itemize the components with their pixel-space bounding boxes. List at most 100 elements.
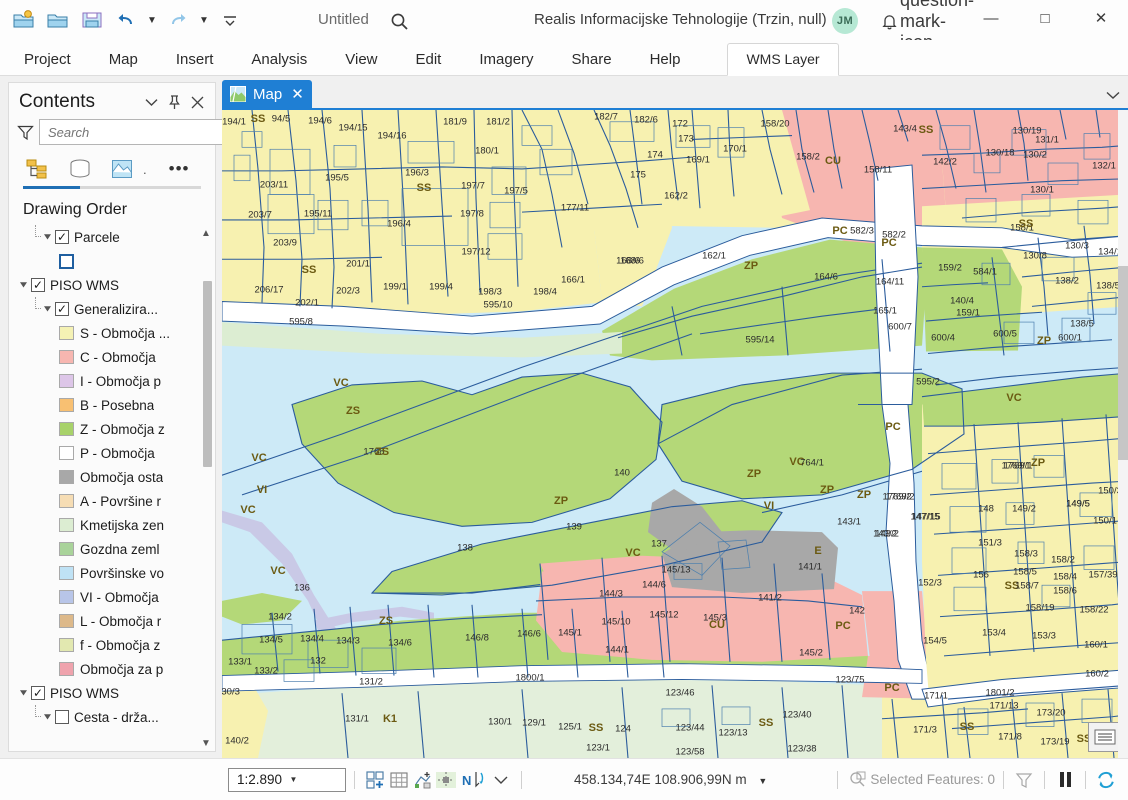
refresh-icon[interactable] [1094, 768, 1118, 792]
expander-triangle-icon[interactable] [17, 278, 31, 292]
list-by-drawing-order-icon[interactable] [23, 155, 53, 183]
toc-scroll-up-icon[interactable]: ▲ [199, 225, 213, 241]
add-graphics-icon[interactable] [411, 768, 435, 792]
undo-dropdown-icon[interactable]: ▼ [144, 5, 160, 35]
ellipsis-icon[interactable]: ••• [169, 159, 190, 179]
ribbon-tab-share[interactable]: Share [572, 51, 612, 75]
ribbon-tab-view[interactable]: View [345, 51, 377, 75]
chevron-down-icon[interactable] [1106, 91, 1120, 103]
ribbon-tab-insert[interactable]: Insert [176, 51, 214, 75]
toc-legend-item[interactable]: C - Območja [13, 345, 215, 369]
layer-visibility-checkbox[interactable] [55, 230, 69, 244]
customize-quick-access-icon[interactable] [214, 5, 246, 35]
close-button[interactable]: ✕ [1078, 0, 1124, 36]
toc-layer-item[interactable]: Parcele [13, 225, 215, 249]
layer-visibility-checkbox[interactable] [55, 710, 69, 724]
coordinates-value: 458.134,74E 108.906,99N m [574, 772, 747, 787]
toc-legend-item[interactable]: I - Območja p [13, 369, 215, 393]
close-icon[interactable] [187, 92, 207, 112]
close-icon[interactable]: ✕ [289, 87, 304, 102]
expander-triangle-icon[interactable] [41, 230, 55, 244]
map-vertical-scrollbar[interactable] [1118, 110, 1128, 758]
toc-legend-item[interactable]: Območja osta [13, 465, 215, 489]
search-icon[interactable] [388, 10, 410, 32]
layer-name: Parcele [74, 230, 120, 245]
scale-value: 1:2.890 [237, 772, 290, 787]
map-scrollbar-thumb[interactable] [1118, 266, 1128, 460]
pin-icon[interactable] [164, 92, 184, 112]
ribbon-tab-imagery[interactable]: Imagery [479, 51, 533, 75]
toc-legend-item[interactable]: VI - Območja [13, 585, 215, 609]
avatar[interactable]: JM [832, 8, 858, 34]
redo-dropdown-icon[interactable]: ▼ [196, 5, 212, 35]
ribbon-tab-map[interactable]: Map [109, 51, 138, 75]
layer-visibility-checkbox[interactable] [31, 686, 45, 700]
toc-legend-item[interactable]: L - Območja r [13, 609, 215, 633]
toc-legend-item[interactable]: P - Območja [13, 441, 215, 465]
select-features-icon[interactable] [846, 768, 870, 792]
expander-triangle-icon[interactable] [41, 710, 55, 724]
ribbon-tab-wms-layer[interactable]: WMS Layer [727, 43, 838, 76]
new-project-icon[interactable] [8, 5, 40, 35]
tab-map[interactable]: Map ✕ [222, 80, 312, 108]
toc-layer-item[interactable]: Generalizira... [13, 297, 215, 321]
toc-legend-item[interactable]: Kmetijska zen [13, 513, 215, 537]
expander-triangle-icon[interactable] [41, 302, 55, 316]
question-mark-icon[interactable]: question-mark-icon [924, 8, 950, 34]
list-by-data-source-icon[interactable] [65, 155, 95, 183]
layer-visibility-checkbox[interactable] [55, 302, 69, 316]
chevron-down-icon[interactable]: ▼ [290, 775, 343, 784]
toc-scroll-down-icon[interactable]: ▼ [199, 735, 213, 751]
toc-legend-item[interactable]: Gozdna zeml [13, 537, 215, 561]
toc-legend-item[interactable]: Območja za p [13, 657, 215, 681]
toc-legend-item[interactable]: Površinske vo [13, 561, 215, 585]
toc-legend-item[interactable]: f - Območja z [13, 633, 215, 657]
toc-layer-item[interactable]: Cesta - drža... [13, 705, 215, 729]
new-bookmark-icon[interactable] [363, 768, 387, 792]
toc-legend-item[interactable]: Z - Območja z [13, 417, 215, 441]
layer-visibility-checkbox[interactable] [31, 278, 45, 292]
maximize-button[interactable]: □ [1022, 0, 1068, 36]
layer-name: PISO WMS [50, 686, 119, 701]
toc-scrollbar-thumb[interactable] [203, 281, 212, 467]
search-input[interactable] [48, 125, 226, 140]
ribbon-tab-help[interactable]: Help [650, 51, 681, 75]
ribbon-tab-edit[interactable]: Edit [416, 51, 442, 75]
toc-layer-item[interactable] [13, 249, 215, 273]
pause-drawing-icon[interactable] [1053, 768, 1077, 792]
grid-icon[interactable] [387, 768, 411, 792]
legend-label: f - Območja z [80, 638, 160, 653]
list-by-selection-icon[interactable] [107, 155, 137, 183]
map-canvas[interactable]: .pl { fill:none; stroke:#2b5c9c; stroke-… [222, 108, 1128, 758]
map-attribution-widget[interactable] [1088, 722, 1122, 752]
legend-label: I - Območja p [80, 374, 161, 389]
toc-layer-item[interactable]: PISO WMS [13, 273, 215, 297]
snapping-icon[interactable] [435, 768, 459, 792]
legend-swatch [59, 470, 74, 484]
legend-swatch [59, 422, 74, 436]
legend-swatch [59, 662, 74, 676]
tools-dropdown-icon[interactable] [489, 768, 513, 792]
scale-combobox[interactable]: 1:2.890 ▼ [228, 768, 346, 792]
bell-icon[interactable] [876, 8, 902, 34]
map-thumbnail-icon [230, 86, 246, 102]
open-project-icon[interactable] [42, 5, 74, 35]
toc-legend-item[interactable]: B - Posebna [13, 393, 215, 417]
redo-icon[interactable] [162, 5, 194, 35]
clear-selection-icon[interactable] [1012, 768, 1036, 792]
ribbon-tab-project[interactable]: Project [24, 51, 71, 75]
funnel-icon[interactable] [17, 122, 34, 142]
chevron-down-icon[interactable]: ▼ [758, 776, 767, 786]
save-project-icon[interactable] [76, 5, 108, 35]
undo-icon[interactable] [110, 5, 142, 35]
ribbon-tab-analysis[interactable]: Analysis [251, 51, 307, 75]
minimize-button[interactable]: — [968, 0, 1014, 36]
north-arrow-rotate-icon[interactable]: N [459, 768, 489, 792]
chevron-down-icon[interactable] [141, 92, 161, 112]
toc-legend-item[interactable]: S - Območja ... [13, 321, 215, 345]
toc-layer-item[interactable]: PISO WMS [13, 681, 215, 705]
legend-label: Gozdna zeml [80, 542, 160, 557]
expander-triangle-icon[interactable] [17, 686, 31, 700]
toc-legend-item[interactable]: A - Površine r [13, 489, 215, 513]
legend-swatch [59, 350, 74, 364]
